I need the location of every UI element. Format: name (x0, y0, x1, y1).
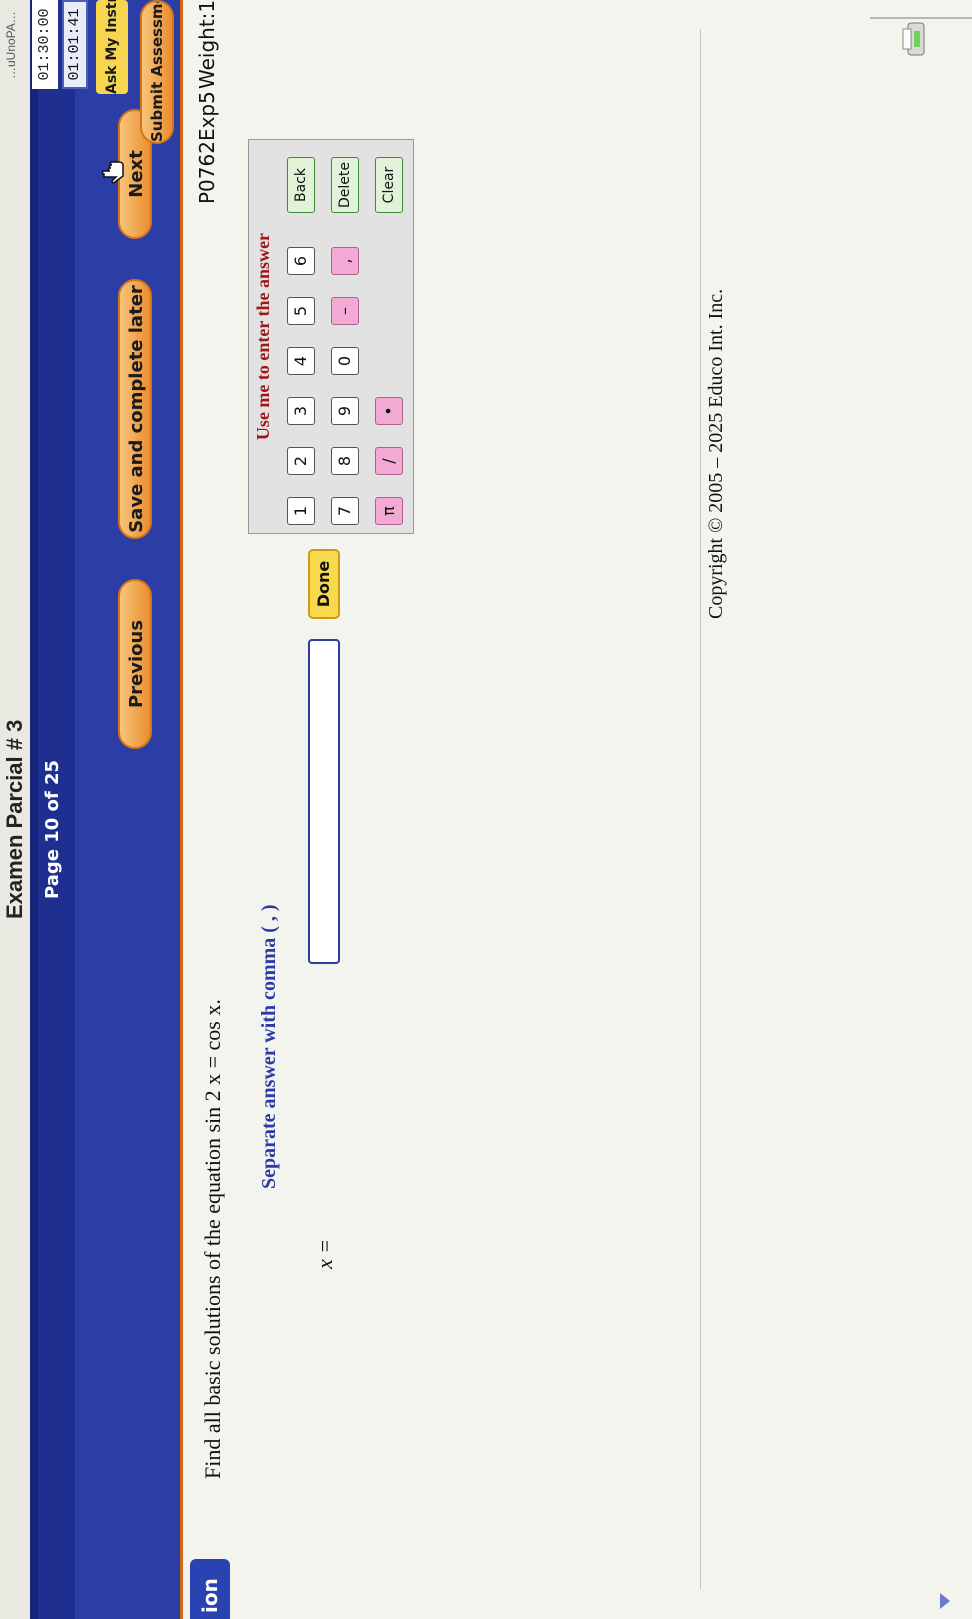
printer-tray-icon (902, 22, 925, 56)
key-dot[interactable]: • (375, 397, 403, 425)
key-3[interactable]: 3 (287, 397, 315, 425)
answer-instruction: Separate answer with comma ( , ) (258, 904, 280, 1189)
keypad-title: Use me to enter the answer (253, 232, 273, 441)
previous-button[interactable]: Previous (118, 579, 152, 749)
top-right-caption: …uUnoPA… (4, 11, 18, 79)
key-delete[interactable]: Delete (331, 157, 359, 213)
key-8[interactable]: 8 (331, 447, 359, 475)
save-and-complete-later-button[interactable]: Save and complete later (118, 279, 152, 539)
key-2[interactable]: 2 (287, 447, 315, 475)
key-comma[interactable]: , (331, 247, 359, 275)
key-back[interactable]: Back (287, 157, 315, 213)
key-1[interactable]: 1 (287, 497, 315, 525)
key-slash[interactable]: / (375, 447, 403, 475)
copyright: Copyright © 2005 – 2025 Educo Int. Inc. (705, 288, 727, 619)
key-clear[interactable]: Clear (375, 157, 403, 213)
exam-page: Examen Parcial # 3 …uUnoPA… Page 10 of 2… (0, 0, 972, 1619)
key-5[interactable]: 5 (287, 297, 315, 325)
key-pi[interactable]: π (375, 497, 403, 525)
ask-my-instructor-button[interactable]: Ask My Instructor (96, 0, 128, 94)
nav-stripe (30, 0, 38, 1619)
nav-inner-panel (75, 0, 180, 1619)
hand-pointer-icon (101, 161, 124, 184)
key-6[interactable]: 6 (287, 247, 315, 275)
answer-input[interactable] (308, 639, 340, 964)
key-0[interactable]: 0 (331, 347, 359, 375)
problem-id: P0762Exp5 (195, 91, 219, 204)
math-keypad: Use me to enter the answer 1 2 3 4 5 6 B… (248, 139, 414, 534)
variable-label: x = (312, 1238, 337, 1269)
submit-assessment-button[interactable]: Submit Assessment (140, 0, 174, 144)
question-text: Find all basic solutions of the equation… (200, 999, 225, 1479)
left-tab[interactable]: ion (190, 1559, 230, 1619)
exam-title: Examen Parcial # 3 (2, 719, 27, 919)
key-4[interactable]: 4 (287, 347, 315, 375)
key-9[interactable]: 9 (331, 397, 359, 425)
key-7[interactable]: 7 (331, 497, 359, 525)
page-indicator: Page 10 of 25 (42, 759, 63, 899)
footer-divider (700, 29, 701, 1589)
done-button[interactable]: Done (308, 549, 340, 619)
question-weight: Weight:1 (195, 0, 219, 89)
time-remaining-display: 01:01:41 (62, 0, 88, 89)
key-minus[interactable]: – (331, 297, 359, 325)
scroll-down-arrow-icon[interactable] (940, 1593, 950, 1609)
nav-divider (180, 0, 183, 1619)
total-time-display: 01:30:00 (32, 0, 58, 89)
